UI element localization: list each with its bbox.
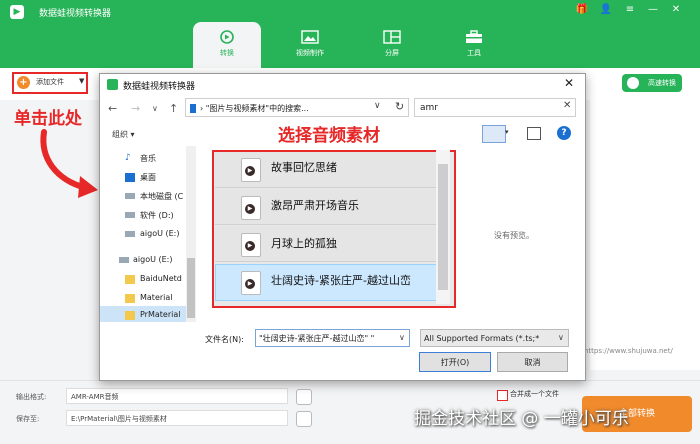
play-icon: ▶	[245, 204, 255, 214]
app-logo-icon: ▶	[10, 5, 24, 19]
recent-chevron-icon[interactable]: ∨	[152, 104, 158, 113]
tab-convert-label: 转换	[220, 49, 234, 57]
split-screen-icon	[383, 30, 401, 44]
tree-item-aigou-e[interactable]: aigoU (E:)	[140, 229, 180, 238]
tree-item-aigou-e-root[interactable]: aigoU (E:)	[133, 255, 173, 264]
address-dropdown-icon[interactable]: ∨	[374, 101, 381, 111]
settings-icon[interactable]	[296, 389, 312, 405]
drive-icon	[119, 257, 129, 263]
file-type-select[interactable]: All Supported Formats (*.ts;*	[420, 329, 569, 347]
breadcrumb-sep: ›	[200, 104, 204, 113]
tab-split-screen-label: 分屏	[385, 49, 399, 57]
save-to-label: 保存至:	[16, 415, 40, 423]
select-audio-annotation: 选择音频素材	[278, 126, 380, 146]
play-icon: ▶	[245, 279, 255, 289]
organize-menu[interactable]: 组织 ▾	[112, 129, 135, 140]
refresh-icon[interactable]: ↻	[395, 100, 404, 113]
tree-item-local-c[interactable]: 本地磁盘 (C	[140, 191, 183, 202]
click-here-annotation: 单击此处	[14, 109, 82, 129]
dialog-close-icon[interactable]: ✕	[564, 76, 574, 90]
back-arrow-icon[interactable]: ←	[108, 102, 117, 115]
play-icon: ▶	[245, 166, 255, 176]
file-name: 壮阔史诗-紧张庄严-越过山峦	[271, 274, 411, 287]
tab-tools[interactable]: 工具	[440, 22, 508, 68]
plus-icon: +	[17, 76, 30, 89]
tree-item-baidunetdisk[interactable]: BaiduNetd	[140, 274, 182, 283]
drive-icon	[125, 193, 135, 199]
play-icon: ▶	[245, 241, 255, 251]
drive-icon	[125, 212, 135, 218]
location-icon	[190, 104, 196, 113]
merge-checkbox[interactable]	[497, 390, 508, 401]
video-make-icon	[301, 30, 319, 44]
folder-icon	[125, 294, 135, 303]
drive-icon	[125, 231, 135, 237]
filename-dropdown-icon[interactable]: ∨	[399, 333, 405, 342]
dialog-app-icon	[107, 79, 118, 90]
file-list-scroll-thumb[interactable]	[438, 164, 448, 290]
minimize-icon[interactable]: —	[645, 4, 661, 15]
output-format-label: 输出格式:	[16, 393, 47, 401]
gift-icon[interactable]: 🎁	[574, 4, 590, 15]
dialog-title: 数据蛙视频转换器	[123, 82, 196, 92]
no-preview-text: 没有预览。	[494, 231, 534, 240]
toolbox-icon	[466, 30, 482, 43]
menu-icon[interactable]: ≡	[622, 4, 638, 15]
search-input[interactable]: amr	[414, 98, 576, 117]
desktop-icon	[125, 173, 135, 182]
chevron-down-icon[interactable]: ▼	[79, 77, 84, 85]
file-name: 故事回忆思绪	[271, 161, 337, 174]
organize-label: 组织	[112, 130, 128, 139]
add-file-label: 添加文件	[36, 78, 64, 86]
clear-search-icon[interactable]: ✕	[563, 100, 571, 111]
tab-split-screen[interactable]: 分屏	[358, 22, 426, 68]
tree-item-software-d[interactable]: 软件 (D:)	[140, 210, 174, 221]
help-icon[interactable]: ?	[557, 126, 571, 140]
tree-item-desktop[interactable]: 桌面	[140, 172, 156, 183]
tree-scroll-thumb[interactable]	[187, 258, 195, 318]
tree-item-music[interactable]: 音乐	[140, 153, 156, 164]
music-icon: ♪	[125, 153, 131, 163]
lightning-icon	[627, 77, 639, 89]
address-text: "图片与视频素材"中的搜索...	[205, 104, 309, 113]
folder-icon	[125, 275, 135, 284]
save-to-path[interactable]: E:\PrMaterial\图片与视频素材	[66, 410, 288, 426]
tab-video-make[interactable]: 视频制作	[276, 22, 344, 68]
merge-label: 合并成一个文件	[510, 390, 559, 398]
tab-tools-label: 工具	[467, 49, 481, 57]
close-icon[interactable]: ✕	[668, 4, 684, 15]
filename-input[interactable]: "壮阔史诗-紧张庄严-越过山峦" "	[255, 329, 410, 347]
folder-icon	[125, 311, 135, 320]
folder-icon[interactable]	[296, 411, 312, 427]
file-type-dropdown-icon[interactable]: ∨	[558, 333, 564, 342]
convert-icon	[220, 30, 234, 44]
arrow-annotation-icon	[40, 129, 98, 198]
view-chevron-icon[interactable]: ▾	[505, 128, 509, 136]
view-options-icon[interactable]	[482, 125, 506, 143]
tree-item-prmaterial[interactable]: PrMaterial	[140, 310, 180, 319]
forward-arrow-icon[interactable]: →	[131, 102, 140, 115]
app-title: 数据蛙视频转换器	[39, 9, 112, 19]
output-format-select[interactable]: AMR-AMR音频	[66, 388, 288, 404]
watermark-text: 掘金技术社区 @ 一罐小可乐	[414, 409, 629, 429]
user-icon[interactable]: 👤	[598, 4, 614, 15]
tab-video-make-label: 视频制作	[296, 49, 324, 57]
file-name: 月球上的孤独	[271, 237, 337, 250]
site-url: https://www.shujuwa.net/	[584, 347, 673, 355]
file-name: 激昂严肃开场音乐	[271, 199, 359, 212]
tree-item-material[interactable]: Material	[140, 293, 173, 302]
filename-label: 文件名(N):	[205, 335, 244, 344]
up-arrow-icon[interactable]: ↑	[169, 102, 178, 115]
preview-pane-icon[interactable]	[527, 127, 541, 140]
open-button[interactable]: 打开(O)	[419, 352, 491, 372]
preview-area	[590, 100, 700, 370]
tab-convert[interactable]: 转换	[193, 22, 261, 68]
cancel-button[interactable]: 取消	[497, 352, 568, 372]
